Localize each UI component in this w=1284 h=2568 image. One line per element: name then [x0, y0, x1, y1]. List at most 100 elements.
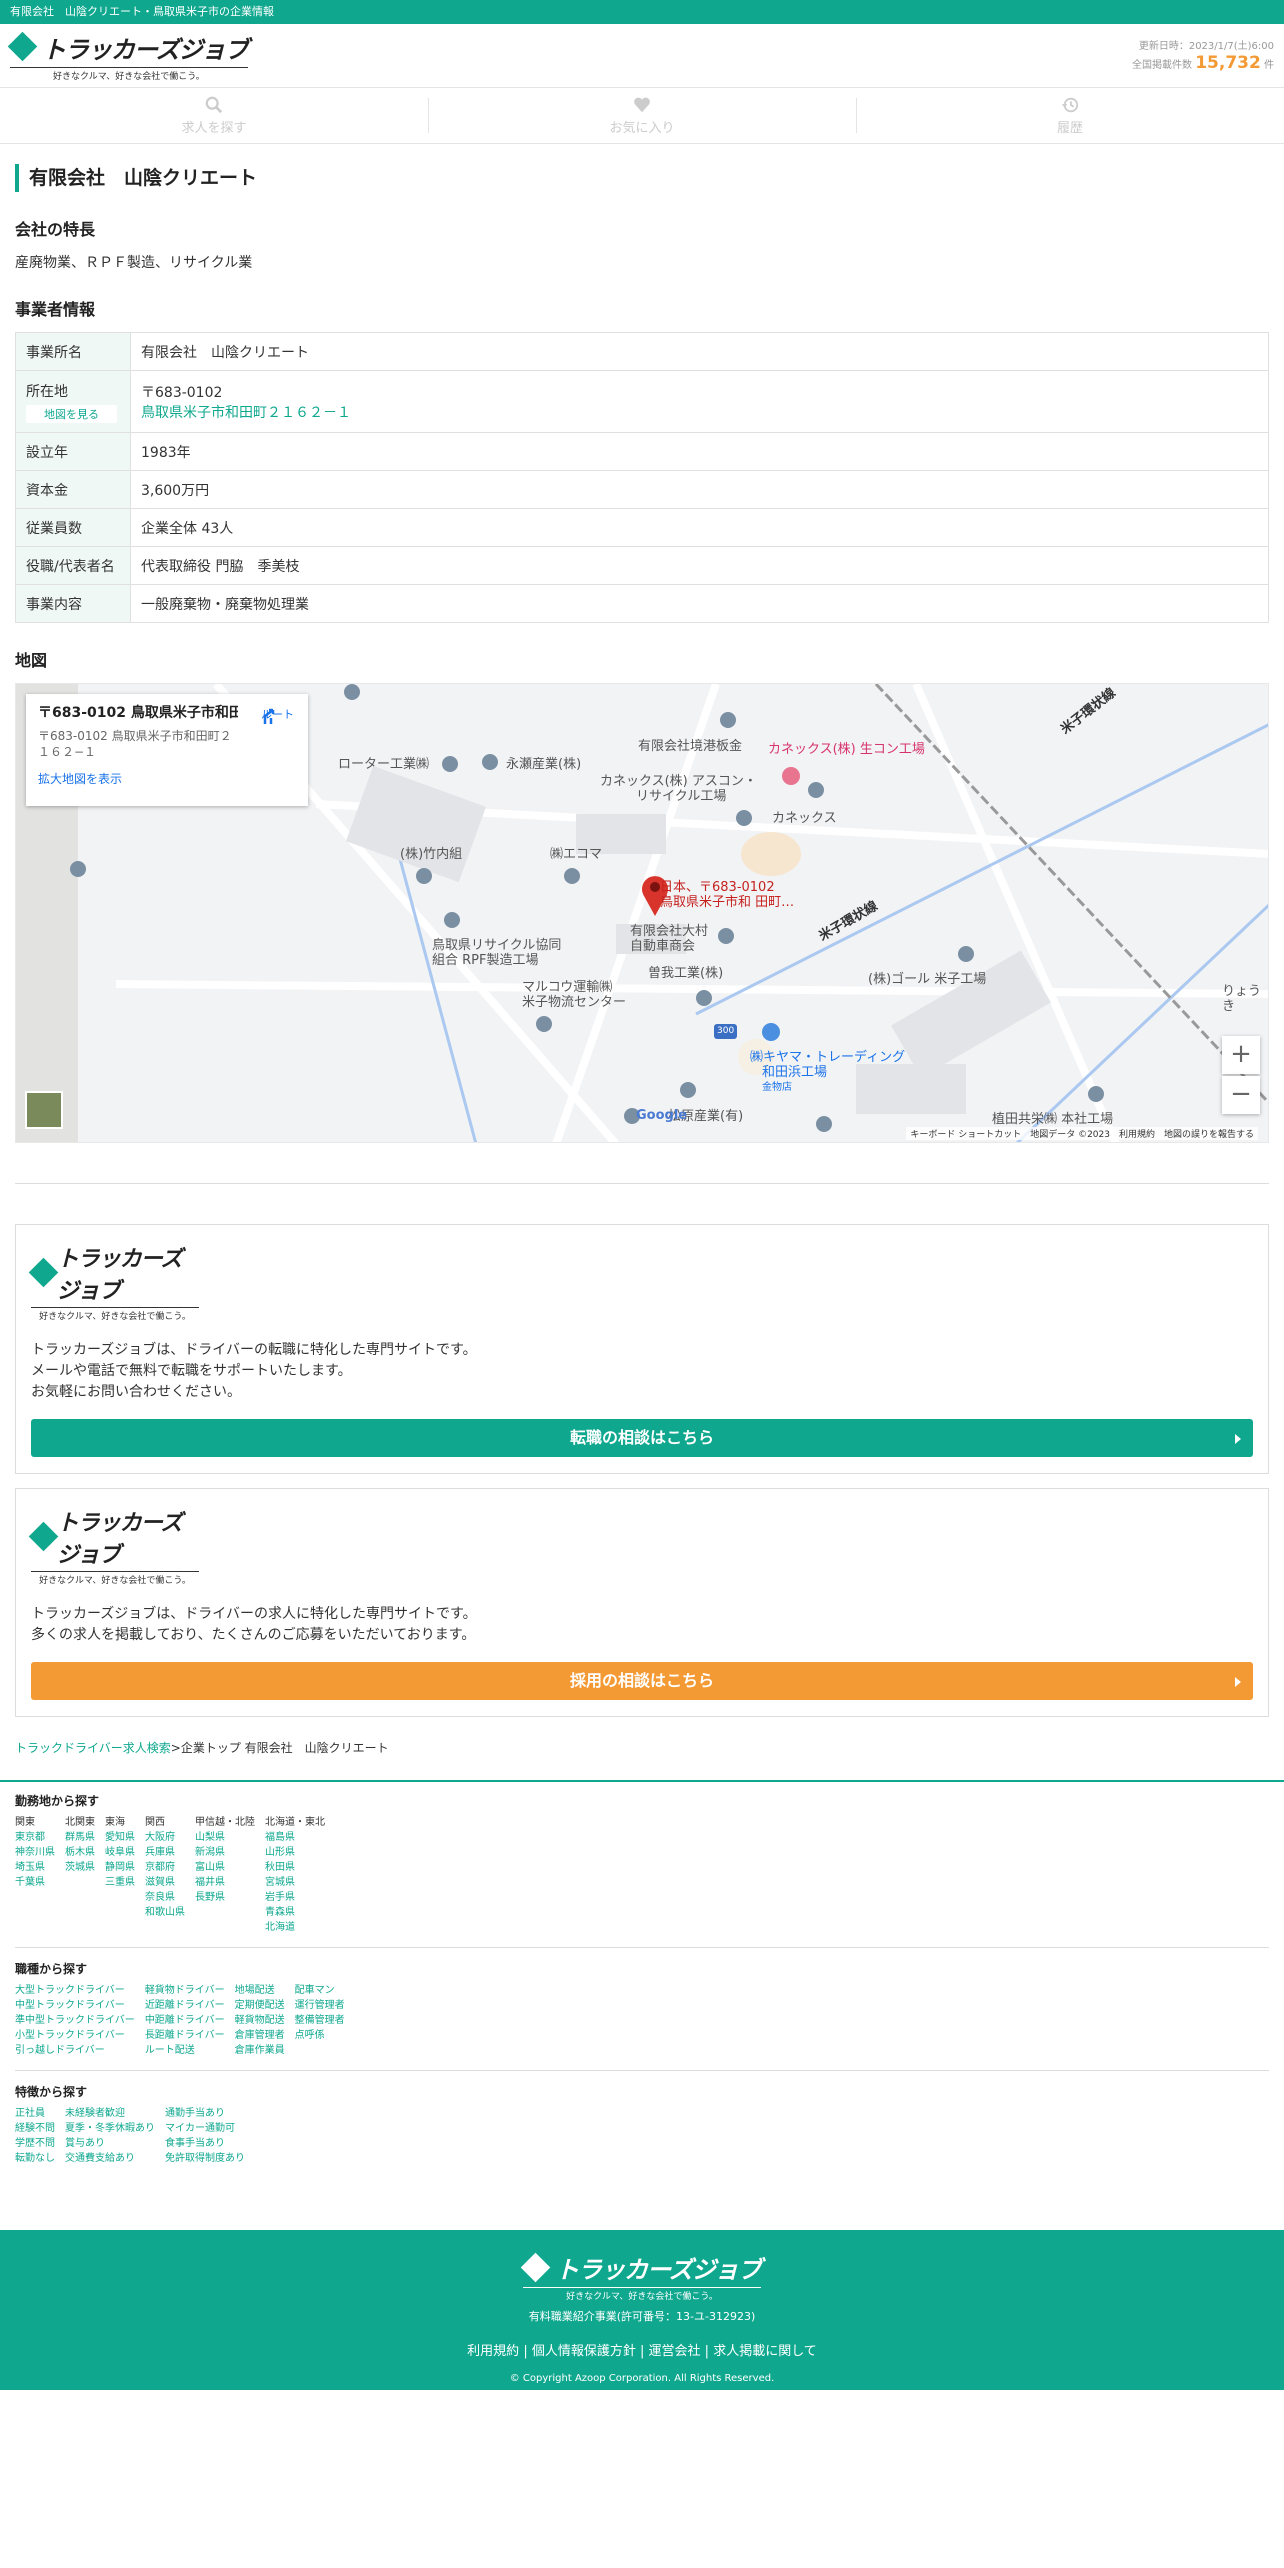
area-link[interactable]: 茨城県	[65, 1860, 95, 1875]
area-link[interactable]: 栃木県	[65, 1845, 95, 1860]
job-link[interactable]: 引っ越しドライバー	[15, 2043, 135, 2058]
privacy-link[interactable]: 個人情報保護方針	[532, 2344, 636, 2359]
job-link[interactable]: 中距離ドライバー	[145, 2013, 225, 2028]
listing-info-link[interactable]: 求人掲載に関して	[713, 2344, 817, 2359]
feature-link[interactable]: 未経験者歓迎	[65, 2106, 155, 2121]
map-label: (株)ゴール 米子工場	[868, 972, 987, 987]
job-link[interactable]: 配車マン	[295, 1983, 345, 1998]
features-text: 産廃物業、ＲＰＦ製造、リサイクル業	[15, 255, 253, 271]
address-link[interactable]: 鳥取県米子市和田町２１６２－１	[141, 405, 351, 421]
area-link[interactable]: 山梨県	[195, 1830, 255, 1845]
feature-link[interactable]: 通勤手当あり	[165, 2106, 245, 2121]
area-link[interactable]: 大阪府	[145, 1830, 185, 1845]
nav-history[interactable]: 履歴	[856, 88, 1284, 143]
map-label: (株)竹内組	[400, 847, 463, 862]
job-link[interactable]: 大型トラックドライバー	[15, 1983, 135, 1998]
area-link[interactable]: 兵庫県	[145, 1845, 185, 1860]
area-link[interactable]: 福井県	[195, 1875, 255, 1890]
area-link[interactable]: 京都府	[145, 1860, 185, 1875]
job-link[interactable]: 倉庫管理者	[235, 2028, 285, 2043]
area-link[interactable]: 北海道	[265, 1920, 325, 1935]
area-link[interactable]: 新潟県	[195, 1845, 255, 1860]
job-link[interactable]: 長距離ドライバー	[145, 2028, 225, 2043]
feature-link[interactable]: 夏季・冬季休暇あり	[65, 2121, 155, 2136]
zoom-in-button[interactable]: +	[1222, 1036, 1260, 1074]
area-link[interactable]: 岐阜県	[105, 1845, 135, 1860]
feature-link[interactable]: 正社員	[15, 2106, 55, 2121]
job-link[interactable]: 近距離ドライバー	[145, 1998, 225, 2013]
job-link[interactable]: 倉庫作業員	[235, 2043, 285, 2058]
feature-link[interactable]: マイカー通勤可	[165, 2121, 245, 2136]
terms-link[interactable]: 利用規約	[467, 2344, 519, 2359]
nav-search[interactable]: 求人を探す	[0, 88, 428, 143]
area-link[interactable]: 奈良県	[145, 1890, 185, 1905]
area-link[interactable]: 埼玉県	[15, 1860, 55, 1875]
area-link[interactable]: 千葉県	[15, 1875, 55, 1890]
breadcrumb-home-link[interactable]: トラックドライバー求人検索	[15, 1741, 171, 1755]
site-logo[interactable]: トラッカーズジョブ 好きなクルマ、好きな会社で働こう。	[7, 30, 249, 82]
feature-column: 未経験者歓迎 夏季・冬季休暇あり 賞与あり 交通費支給あり	[65, 2106, 155, 2166]
feature-link[interactable]: 転勤なし	[15, 2151, 55, 2166]
job-link[interactable]: ルート配送	[145, 2043, 225, 2058]
area-link[interactable]: 三重県	[105, 1875, 135, 1890]
job-change-consult-button[interactable]: 転職の相談はこちら	[31, 1419, 1253, 1457]
feature-column: 正社員 経験不問 学歴不問 転勤なし	[15, 2106, 55, 2166]
table-row: 設立年 1983年	[15, 432, 1269, 471]
area-link[interactable]: 岩手県	[265, 1890, 325, 1905]
company-link[interactable]: 運営会社	[649, 2344, 701, 2359]
map-enlarge-link[interactable]: 拡大地図を表示	[38, 770, 296, 787]
count-label: 全国掲載件数	[1132, 59, 1193, 71]
area-link[interactable]: 宮城県	[265, 1875, 325, 1890]
zoom-out-button[interactable]: −	[1222, 1076, 1260, 1114]
area-link[interactable]: 滋賀県	[145, 1875, 185, 1890]
area-link[interactable]: 東京都	[15, 1830, 55, 1845]
feature-links: 特徴から探す 正社員 経験不問 学歴不問 転勤なし 未経験者歓迎 夏季・冬季休暇あり 賞与あ…	[15, 2085, 245, 2166]
area-link[interactable]: 愛知県	[105, 1830, 135, 1845]
history-icon	[1061, 97, 1079, 112]
page-title: 有限会社 山陰クリエート	[15, 164, 1269, 192]
area-link[interactable]: 和歌山県	[145, 1905, 185, 1920]
hiring-consult-button[interactable]: 採用の相談はこちら	[31, 1662, 1253, 1700]
business-info-table: 事業所名 有限会社 山陰クリエート 所在地 地図を見る 〒683-0102 鳥取県米子…	[15, 332, 1269, 623]
job-link[interactable]: 整備管理者	[295, 2013, 345, 2028]
area-link[interactable]: 神奈川県	[15, 1845, 55, 1860]
embedded-map[interactable]: ローター工業㈱ 永瀬産業(株) 有限会社境港板金 カネックス(株) 生コン工場 …	[15, 683, 1269, 1143]
feature-link[interactable]: 賞与あり	[65, 2136, 155, 2151]
job-link[interactable]: 準中型トラックドライバー	[15, 2013, 135, 2028]
job-link[interactable]: 運行管理者	[295, 1998, 345, 2013]
area-link[interactable]: 静岡県	[105, 1860, 135, 1875]
map-attribution[interactable]: キーボード ショートカット 地図データ ©2023 利用規約 地図の誤りを報告す…	[906, 1127, 1258, 1140]
map-route-button[interactable]: ルート	[261, 706, 294, 724]
map-label: 有限会社大村 自動車商会	[630, 924, 709, 954]
area-link[interactable]: 長野県	[195, 1890, 255, 1905]
table-row: 事業所名 有限会社 山陰クリエート	[15, 332, 1269, 371]
job-link[interactable]: 定期便配送	[235, 1998, 285, 2013]
feature-link[interactable]: 免許取得制度あり	[165, 2151, 245, 2166]
feature-link[interactable]: 学歴不問	[15, 2136, 55, 2151]
row-label: 従業員数	[15, 508, 131, 547]
footer-logo[interactable]: トラッカーズジョブ 好きなクルマ、好きな会社で働こう。	[520, 2250, 762, 2302]
job-link[interactable]: 点呼係	[295, 2028, 345, 2043]
area-column: 北関東 群馬県 栃木県 茨城県	[65, 1815, 95, 1935]
job-link[interactable]: 小型トラックドライバー	[15, 2028, 135, 2043]
table-row: 従業員数 企業全体 43人	[15, 508, 1269, 547]
job-link[interactable]: 地場配送	[235, 1983, 285, 1998]
area-link[interactable]: 秋田県	[265, 1860, 325, 1875]
area-link[interactable]: 山形県	[265, 1845, 325, 1860]
job-link[interactable]: 軽貨物配送	[235, 2013, 285, 2028]
area-link[interactable]: 青森県	[265, 1905, 325, 1920]
view-map-button[interactable]: 地図を見る	[26, 404, 117, 423]
area-link[interactable]: 福島県	[265, 1830, 325, 1845]
area-link[interactable]: 群馬県	[65, 1830, 95, 1845]
job-link[interactable]: 軽貨物ドライバー	[145, 1983, 225, 1998]
promo-text: トラッカーズジョブは、ドライバーの求人に特化した専門サイトです。 多くの求人を掲…	[31, 1606, 477, 1643]
nav-favorites[interactable]: お気に入り	[428, 88, 856, 143]
feature-link[interactable]: 交通費支給あり	[65, 2151, 155, 2166]
feature-link[interactable]: 経験不問	[15, 2121, 55, 2136]
feature-link[interactable]: 食事手当あり	[165, 2136, 245, 2151]
job-link[interactable]: 中型トラックドライバー	[15, 1998, 135, 2013]
table-row: 資本金 3,600万円	[15, 470, 1269, 509]
row-label: 事業内容	[15, 584, 131, 623]
area-link[interactable]: 富山県	[195, 1860, 255, 1875]
table-row: 事業内容 一般廃棄物・廃棄物処理業	[15, 584, 1269, 623]
